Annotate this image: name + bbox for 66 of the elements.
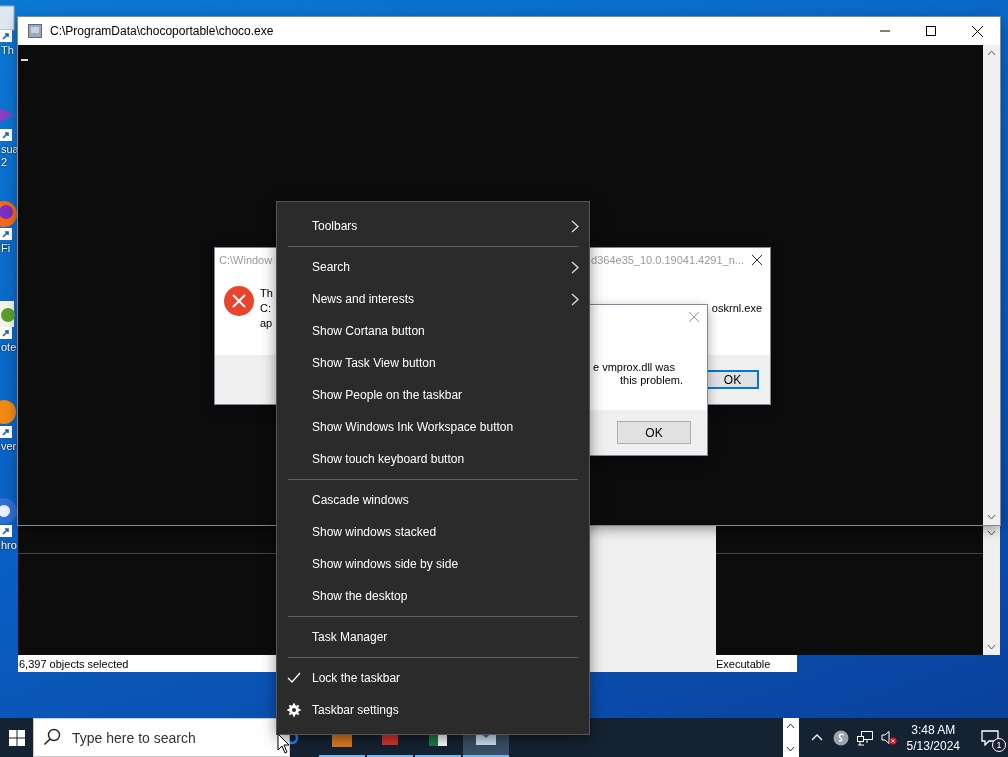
ok-button[interactable]: OK xyxy=(706,370,759,389)
scrollbar[interactable] xyxy=(983,45,1000,525)
clock-date: 5/13/2024 xyxy=(906,737,960,754)
menu-item[interactable]: Show touch keyboard button xyxy=(277,443,589,475)
menu-item[interactable]: Show Cortana button xyxy=(277,315,589,347)
dialog-message: C: xyxy=(260,301,272,316)
scroll-up-icon[interactable] xyxy=(987,50,996,56)
status-text: 6,397 objects selected xyxy=(18,657,130,670)
notifications-button[interactable]: 1 xyxy=(972,718,1008,757)
menu-item[interactable]: Show windows stacked xyxy=(277,516,589,548)
search-field[interactable]: Type here to search xyxy=(33,718,290,757)
menu-item[interactable]: Task Manager xyxy=(277,621,589,653)
clock[interactable]: 3:48 AM 5/13/2024 xyxy=(906,721,960,754)
text-cursor xyxy=(21,59,28,61)
dialog-title: d364e35_10.0.19041.4291_n... xyxy=(591,254,744,266)
search-icon xyxy=(43,728,61,746)
menu-item[interactable]: Search xyxy=(277,251,589,283)
scrollbar[interactable] xyxy=(983,525,1000,655)
dialog-message: e vmprox.dll was xyxy=(593,361,676,374)
error-icon xyxy=(224,286,254,316)
desktop-icon-label: hro xyxy=(0,539,18,552)
muted-speaker-icon[interactable] xyxy=(880,729,897,746)
menu-item[interactable]: Show People on the taskbar xyxy=(277,379,589,411)
desktop-icon-label: 2 xyxy=(0,156,9,169)
scroll-down-icon[interactable] xyxy=(987,530,996,536)
dialog-title: C:\Window xyxy=(219,254,273,266)
dialog-message: oskrnl.exe xyxy=(711,301,763,316)
close-icon[interactable] xyxy=(752,255,762,265)
menu-item[interactable]: Cascade windows xyxy=(277,484,589,516)
close-icon[interactable] xyxy=(971,25,983,37)
chevron-icon xyxy=(571,260,579,274)
settings-icon xyxy=(287,703,301,717)
mouse-cursor-icon xyxy=(277,733,290,755)
desktop-icon-label: ver xyxy=(0,440,18,453)
scroll-down-icon[interactable] xyxy=(987,514,996,520)
maximize-icon[interactable] xyxy=(926,26,936,36)
chevron-icon xyxy=(571,292,579,306)
scroll-down-icon[interactable] xyxy=(786,746,796,752)
desktop-icon-label: ote xyxy=(0,341,18,354)
scroll-up-icon[interactable] xyxy=(786,723,796,729)
menu-item[interactable]: Show windows side by side xyxy=(277,548,589,580)
menu-item[interactable]: Show the desktop xyxy=(277,580,589,612)
menu-item[interactable]: Lock the taskbar xyxy=(277,662,589,694)
chat-app-icon[interactable] xyxy=(832,729,849,746)
dialog-message: ap xyxy=(260,316,273,331)
clock-time: 3:48 AM xyxy=(911,721,956,738)
network-icon[interactable] xyxy=(856,729,873,746)
speech-bubble-icon[interactable] xyxy=(981,729,999,746)
menu-item[interactable]: News and interests xyxy=(277,283,589,315)
status-text: Executable xyxy=(716,657,771,670)
desktop-icon-label: Th xyxy=(0,44,15,57)
desktop-icon-label: sua xyxy=(0,143,20,156)
dialog-message: Th xyxy=(260,286,273,301)
scroll-down-icon[interactable] xyxy=(987,644,996,650)
menu-item[interactable]: Show Windows Ink Workspace button xyxy=(277,411,589,443)
notification-count: 1 xyxy=(992,738,1006,752)
menu-item[interactable]: Show Task View button xyxy=(277,347,589,379)
dialog-message: this problem. xyxy=(619,374,684,387)
desktop-icon-label: Fi xyxy=(0,242,12,255)
ok-button[interactable]: OK xyxy=(617,421,691,444)
chevron-icon xyxy=(571,219,579,233)
scroll-arrows[interactable] xyxy=(782,718,799,757)
window-title: C:\ProgramData\chocoportable\choco.exe xyxy=(50,24,275,38)
windows-logo-icon[interactable] xyxy=(8,729,25,746)
menu-item[interactable]: Toolbars xyxy=(277,210,589,242)
console-icon xyxy=(28,24,42,38)
